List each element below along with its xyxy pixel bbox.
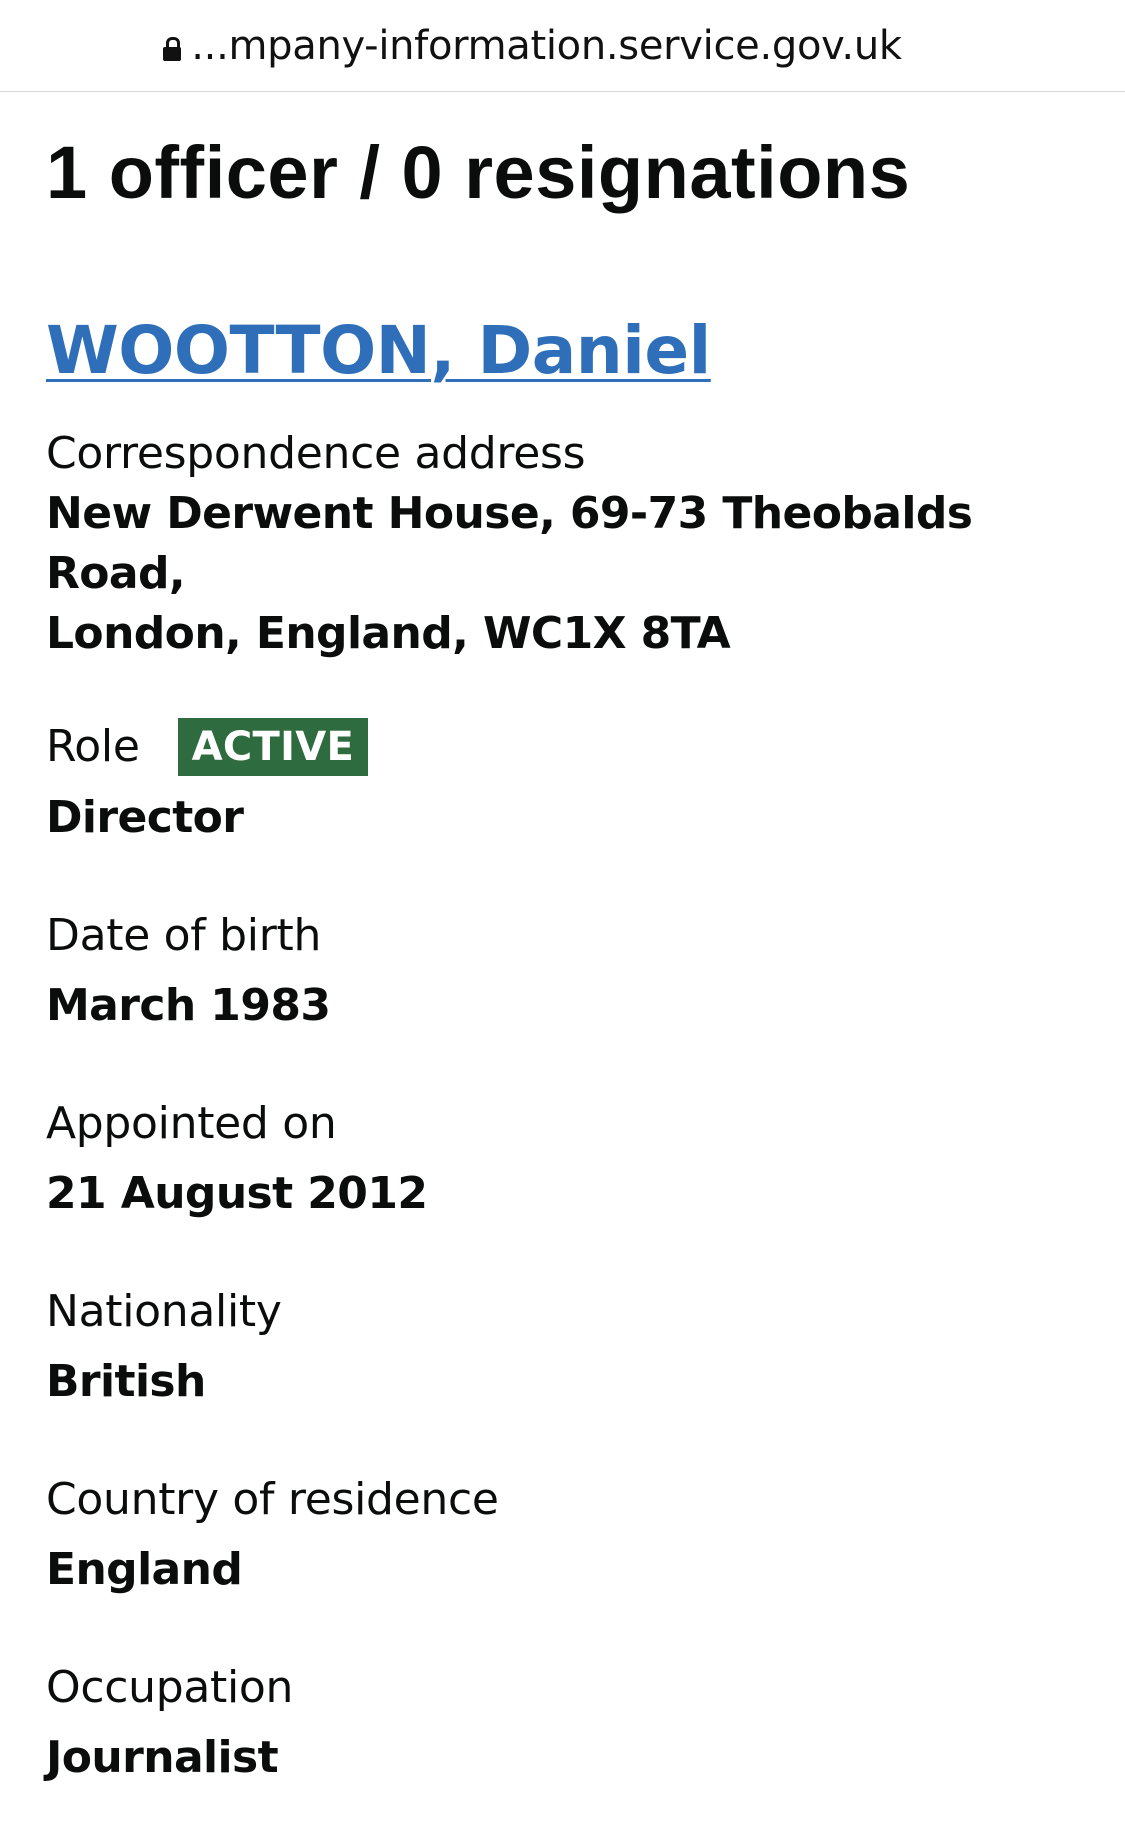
dob-field: Date of birth March 1983 — [46, 908, 1079, 1036]
occupation-value: Journalist — [46, 1732, 279, 1783]
occupation-label: Occupation — [46, 1662, 294, 1713]
correspondence-address-line1: New Derwent House, 69-73 Theobalds Road, — [46, 488, 973, 599]
lock-icon — [163, 36, 182, 61]
correspondence-address-line2: London, England, WC1X 8TA — [46, 608, 731, 659]
nationality-label: Nationality — [46, 1286, 282, 1337]
occupation-field: Occupation Journalist — [46, 1660, 1079, 1788]
appointed-field: Appointed on 21 August 2012 — [46, 1096, 1079, 1224]
browser-address-bar[interactable]: ...mpany-information.service.gov.uk — [0, 0, 1125, 92]
role-field: Role ACTIVE Director — [46, 718, 1079, 848]
correspondence-address-label: Correspondence address — [46, 428, 586, 479]
appointed-value: 21 August 2012 — [46, 1168, 428, 1219]
main-content: 1 officer / 0 resignations WOOTTON, Dani… — [0, 92, 1125, 1788]
residence-field: Country of residence England — [46, 1472, 1079, 1600]
dob-value: March 1983 — [46, 980, 331, 1031]
url-text: ...mpany-information.service.gov.uk — [191, 22, 902, 69]
correspondence-address-field: Correspondence address New Derwent House… — [46, 426, 1079, 664]
role-value: Director — [46, 792, 244, 843]
url-display[interactable]: ...mpany-information.service.gov.uk — [163, 23, 902, 69]
status-badge: ACTIVE — [177, 718, 369, 776]
dob-label: Date of birth — [46, 910, 322, 961]
appointed-label: Appointed on — [46, 1098, 337, 1149]
nationality-field: Nationality British — [46, 1284, 1079, 1412]
residence-label: Country of residence — [46, 1474, 499, 1525]
page-title: 1 officer / 0 resignations — [46, 131, 911, 214]
role-label: Role — [46, 721, 140, 772]
nationality-value: British — [46, 1356, 206, 1407]
residence-value: England — [46, 1544, 243, 1595]
officer-name-link[interactable]: WOOTTON, Daniel — [46, 314, 711, 388]
